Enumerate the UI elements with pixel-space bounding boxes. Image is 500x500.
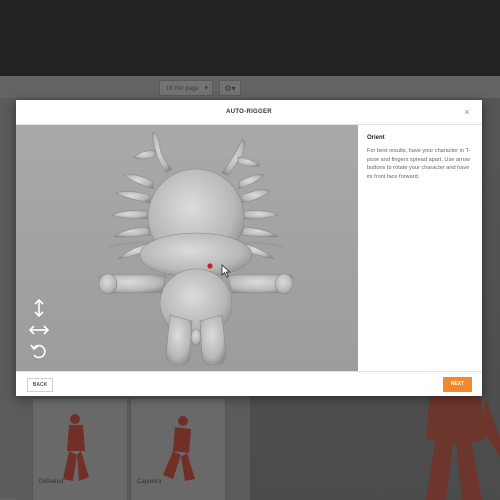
horizontal-arrow-icon[interactable] xyxy=(28,321,50,339)
gear-icon: ⚙▾ xyxy=(224,84,236,93)
close-icon[interactable]: × xyxy=(460,105,474,119)
3d-viewport[interactable] xyxy=(16,125,358,371)
rotate-icon[interactable] xyxy=(28,342,50,360)
vertical-arrow-icon[interactable] xyxy=(28,299,50,317)
next-button[interactable]: NEXT xyxy=(443,377,472,392)
instructions-heading: Orient xyxy=(367,135,385,141)
auto-rigger-modal: AUTO-RIGGER × Orient For best results, h… xyxy=(16,100,482,396)
pivot-marker xyxy=(207,263,213,269)
app-top-bar xyxy=(0,0,500,76)
character-model xyxy=(98,132,294,366)
animation-card-caption: Capoeira xyxy=(137,479,162,485)
animation-card[interactable]: Capoeira xyxy=(130,398,226,500)
background-toolbar: 18 Per page ▾ ⚙▾ xyxy=(0,76,500,98)
back-button[interactable]: BACK xyxy=(27,378,53,392)
instructions-panel: Orient For best results, have your chara… xyxy=(359,125,482,371)
per-page-label: 18 Per page xyxy=(166,86,199,92)
per-page-select[interactable]: 18 Per page ▾ xyxy=(159,80,213,96)
animation-card-caption: Defeated xyxy=(39,479,64,485)
modal-header: AUTO-RIGGER × xyxy=(16,100,482,125)
instructions-text: For best results, have your character in… xyxy=(367,148,471,180)
modal-title: AUTO-RIGGER xyxy=(226,109,272,115)
animation-card[interactable]: Defeated xyxy=(32,398,128,500)
chevron-down-icon: ▾ xyxy=(204,85,208,92)
mouse-cursor-icon xyxy=(221,264,231,278)
settings-button[interactable]: ⚙▾ xyxy=(219,80,241,96)
modal-footer: BACK NEXT xyxy=(16,371,482,397)
background-side-panel xyxy=(0,98,16,498)
